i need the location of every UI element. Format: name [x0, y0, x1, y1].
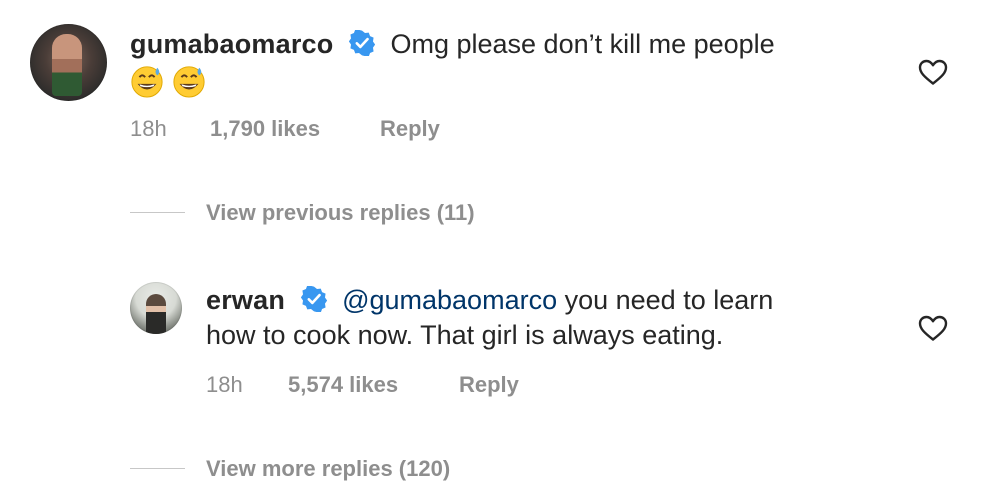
comment-meta: 18h 1,790 likes Reply: [130, 116, 440, 142]
reply-text-2: how to cook now. That girl is always eat…: [206, 320, 724, 350]
grinning-face-with-sweat-icon: [173, 66, 205, 98]
comment-username[interactable]: gumabaomarco: [130, 29, 333, 59]
replies-divider: [130, 212, 185, 213]
heart-icon[interactable]: [918, 314, 948, 342]
avatar-photo: [146, 294, 166, 334]
reply-meta: 18h 5,574 likes Reply: [206, 372, 519, 398]
view-more-replies-link[interactable]: View more replies (120): [206, 456, 450, 482]
avatar-gumabaomarco[interactable]: [30, 24, 107, 101]
comment-emoji-line: [130, 62, 214, 98]
replies-divider: [130, 468, 185, 469]
comment-timestamp[interactable]: 18h: [130, 116, 210, 142]
reply-line-2: how to cook now. That girl is always eat…: [206, 318, 723, 353]
avatar-photo: [52, 34, 82, 96]
reply-username[interactable]: erwan: [206, 285, 285, 315]
view-previous-replies-link[interactable]: View previous replies (11): [206, 200, 475, 226]
comment-text: Omg please don’t kill me people: [390, 29, 775, 59]
verified-badge-icon: [348, 30, 375, 56]
avatar-erwan[interactable]: [130, 282, 182, 334]
comment-reply-button[interactable]: Reply: [380, 116, 440, 142]
reply-timestamp[interactable]: 18h: [206, 372, 288, 398]
comment-likes[interactable]: 1,790 likes: [210, 116, 380, 142]
reply-likes[interactable]: 5,574 likes: [288, 372, 459, 398]
heart-icon[interactable]: [918, 58, 948, 86]
comment-line: gumabaomarco Omg please don’t kill me pe…: [130, 27, 775, 62]
reply-mention-link[interactable]: @gumabaomarco: [342, 285, 557, 315]
verified-badge-icon: [300, 286, 327, 312]
reply-reply-button[interactable]: Reply: [459, 372, 519, 398]
reply-text-1: you need to learn: [557, 285, 774, 315]
reply-line-1: erwan @gumabaomarco you need to learn: [206, 283, 773, 318]
grinning-face-with-sweat-icon: [131, 66, 163, 98]
